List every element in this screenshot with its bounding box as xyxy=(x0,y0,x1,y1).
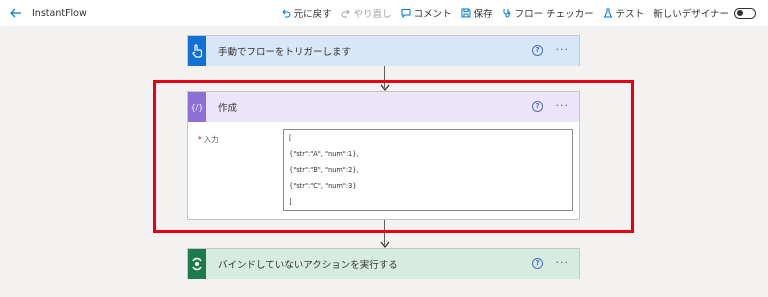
svg-text:{/}: {/} xyxy=(191,103,204,112)
toggle-switch[interactable] xyxy=(734,7,756,19)
trigger-title: 手動でフローをトリガーします xyxy=(218,47,352,58)
more-options-button[interactable]: ··· xyxy=(556,256,570,269)
new-designer-label: 新しいデザイナー xyxy=(653,9,729,20)
dataverse-icon xyxy=(188,249,206,279)
required-mark: * xyxy=(198,135,202,144)
save-button[interactable]: 保存 xyxy=(461,6,493,20)
toolbar: InstantFlow 元に戻す やり直し コメント 保存 フロー チェッカー … xyxy=(0,0,768,26)
back-button[interactable] xyxy=(10,8,22,18)
input-line: {"str":"B", "num":2}, xyxy=(289,166,359,174)
stethoscope-icon xyxy=(503,9,511,18)
curly-braces-icon: {/} xyxy=(188,92,206,122)
input-line: {"str":"A", "num":1}, xyxy=(289,150,359,158)
input-label: * 入力 xyxy=(198,134,219,145)
flask-icon xyxy=(603,8,612,18)
redo-button[interactable]: やり直し xyxy=(341,6,392,20)
redo-label: やり直し xyxy=(353,9,392,20)
connector-arrow xyxy=(380,66,390,92)
flow-checker-button[interactable]: フロー チェッカー xyxy=(502,6,594,20)
test-label: テスト xyxy=(615,9,645,20)
compose-title: 作成 xyxy=(218,103,238,114)
undo-label: 元に戻す xyxy=(293,9,332,20)
redo-icon xyxy=(341,9,350,18)
input-line: ] xyxy=(289,198,292,206)
arrow-left-icon xyxy=(10,8,21,18)
flow-checker-label: フロー チェッカー xyxy=(514,9,594,20)
comment-icon xyxy=(401,9,411,18)
hand-pointer-icon xyxy=(188,36,206,66)
connector-arrow xyxy=(380,220,390,249)
input-line: [ xyxy=(289,134,292,142)
help-icon[interactable]: ? xyxy=(532,101,543,112)
trigger-card-header[interactable]: 手動でフローをトリガーします ? ··· xyxy=(188,36,579,66)
unbound-action-card-header[interactable]: バインドしていないアクションを実行する ? ··· xyxy=(188,249,579,279)
app-title: InstantFlow xyxy=(32,7,87,19)
test-button[interactable]: テスト xyxy=(603,6,645,20)
toggle-knob xyxy=(737,10,743,16)
unbound-action-title: バインドしていないアクションを実行する xyxy=(218,260,398,271)
compose-card[interactable]: {/} 作成 ? ··· * 入力 [ {"str":"A", "num":1},… xyxy=(187,91,580,220)
comment-button[interactable]: コメント xyxy=(401,6,452,20)
new-designer-toggle[interactable]: 新しいデザイナー xyxy=(653,6,756,20)
more-options-button[interactable]: ··· xyxy=(556,43,570,56)
save-label: 保存 xyxy=(473,9,493,20)
input-label-text: 入力 xyxy=(203,135,219,144)
trigger-card[interactable]: 手動でフローをトリガーします ? ··· xyxy=(187,35,580,66)
unbound-action-card[interactable]: バインドしていないアクションを実行する ? ··· xyxy=(187,248,580,279)
help-icon[interactable]: ? xyxy=(532,258,543,269)
save-icon xyxy=(461,8,471,18)
comment-label: コメント xyxy=(413,9,452,20)
undo-button[interactable]: 元に戻す xyxy=(281,6,332,20)
undo-icon xyxy=(281,9,291,18)
compose-card-header[interactable]: {/} 作成 ? ··· xyxy=(188,92,579,122)
input-field[interactable]: [ {"str":"A", "num":1}, {"str":"B", "num… xyxy=(283,129,573,211)
input-line: {"str":"C", "num":3} xyxy=(289,182,357,190)
help-icon[interactable]: ? xyxy=(532,45,543,56)
toolbar-actions: 元に戻す やり直し コメント 保存 フロー チェッカー テスト 新しいデザイナー xyxy=(281,0,756,26)
more-options-button[interactable]: ··· xyxy=(556,99,570,112)
